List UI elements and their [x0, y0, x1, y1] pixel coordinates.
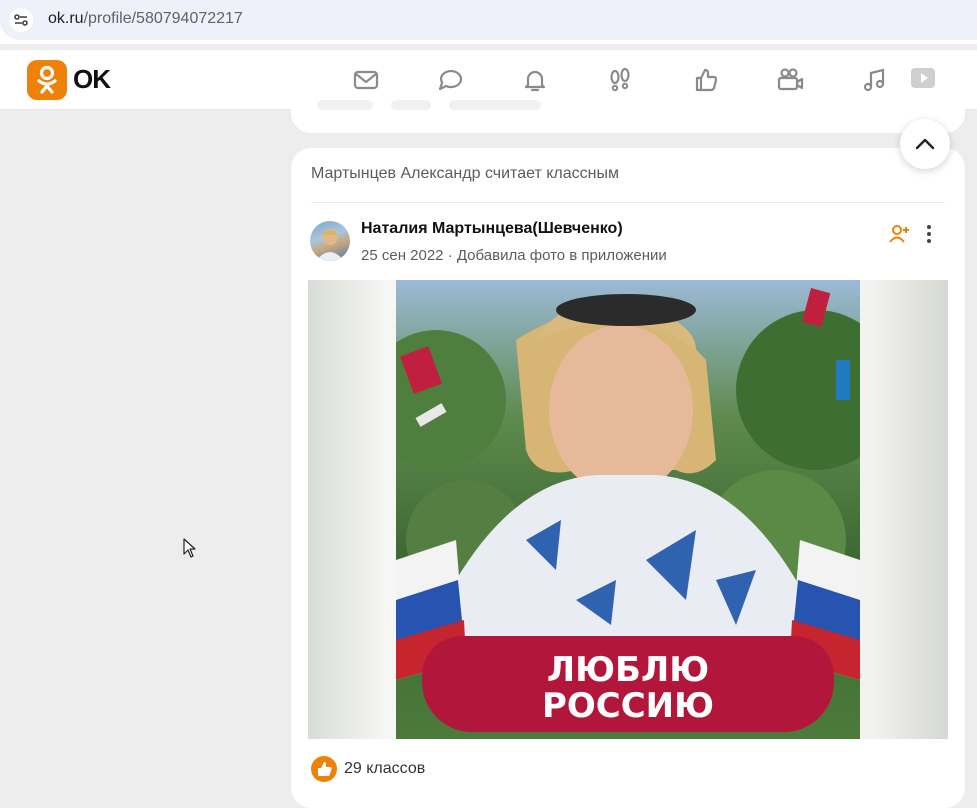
- banner-line-2: РОССИЮ: [541, 686, 715, 726]
- address-bar-field[interactable]: ok.ru/profile/580794072217: [0, 0, 977, 40]
- url-host: ok.ru: [48, 10, 84, 27]
- meta-separator: ·: [447, 247, 453, 264]
- logo-text[interactable]: OK: [73, 64, 111, 95]
- left-sidebar-area: [0, 111, 275, 791]
- liked-by-text[interactable]: Мартынцев Александр считает классным: [311, 165, 619, 183]
- photo-image: ЛЮБЛЮ РОССИЮ: [396, 280, 860, 739]
- previous-feed-card: [291, 96, 965, 133]
- placeholder-chip: [391, 100, 431, 110]
- post-action: Добавила фото в приложении: [456, 247, 667, 264]
- chat-icon[interactable]: [435, 64, 467, 96]
- post-photo[interactable]: ЛЮБЛЮ РОССИЮ: [308, 280, 948, 739]
- ok-logo-icon[interactable]: [27, 60, 67, 100]
- placeholder-chip: [317, 100, 373, 110]
- feed-post-card: Мартынцев Александр считает классным Нат…: [291, 148, 965, 808]
- site-settings-icon[interactable]: [9, 8, 33, 32]
- post-date: 25 сен 2022: [361, 247, 444, 264]
- footprints-icon[interactable]: [604, 64, 636, 96]
- placeholder-chip: [449, 100, 541, 110]
- chevron-up-icon: [915, 138, 935, 150]
- banner-line-1: ЛЮБЛЮ: [546, 650, 710, 690]
- mail-icon[interactable]: [350, 64, 382, 96]
- video-play-icon[interactable]: [907, 62, 939, 94]
- author-avatar[interactable]: [310, 221, 350, 261]
- browser-address-bar: ok.ru/profile/580794072217: [0, 0, 977, 44]
- mouse-cursor-icon: [183, 538, 197, 563]
- add-friend-icon[interactable]: [889, 223, 911, 245]
- post-author-name[interactable]: Наталия Мартынцева(Шевченко): [361, 220, 623, 238]
- photo-banner-text: ЛЮБЛЮ РОССИЮ: [396, 652, 860, 724]
- divider: [311, 202, 945, 203]
- url-path: /profile/580794072217: [83, 10, 243, 27]
- thumbs-up-icon[interactable]: [690, 64, 722, 96]
- video-camera-icon[interactable]: [774, 64, 806, 96]
- bell-icon[interactable]: [519, 64, 551, 96]
- music-icon[interactable]: [859, 64, 891, 96]
- like-icon[interactable]: [311, 756, 337, 782]
- more-options-icon[interactable]: [923, 222, 935, 246]
- post-meta: 25 сен 2022 · Добавила фото в приложении: [361, 247, 667, 264]
- likes-count: 29 классов: [344, 760, 426, 777]
- url-text[interactable]: ok.ru/profile/580794072217: [48, 10, 243, 28]
- scroll-to-top-button[interactable]: [900, 119, 950, 169]
